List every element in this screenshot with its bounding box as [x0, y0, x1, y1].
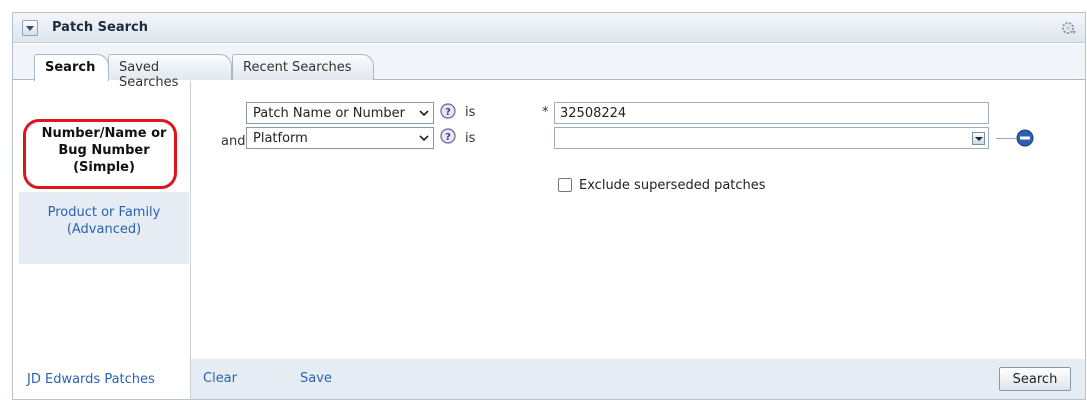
- jd-edwards-patches-link[interactable]: JD Edwards Patches: [27, 372, 155, 387]
- collapse-icon[interactable]: [22, 20, 38, 36]
- help-icon[interactable]: ?: [440, 103, 456, 119]
- save-link[interactable]: Save: [300, 371, 332, 386]
- chevron-down-icon: [419, 110, 429, 117]
- exclude-superseded-checkbox[interactable]: [558, 178, 572, 192]
- search-criteria-area: Patch Name or Number ? is * 32508224 and…: [190, 81, 1085, 359]
- help-icon[interactable]: ?: [440, 128, 456, 144]
- field-select-patch[interactable]: Patch Name or Number: [246, 102, 434, 124]
- row-connector: [996, 138, 1016, 139]
- tab-recent-searches[interactable]: Recent Searches: [232, 54, 374, 80]
- tab-bar: Search Saved Searches Recent Searches: [13, 44, 1085, 90]
- patch-search-panel: Patch Search Search Saved Searches Recen…: [12, 12, 1086, 400]
- panel-header: Patch Search: [13, 13, 1085, 43]
- nav-advanced-line2: (Advanced): [66, 222, 142, 237]
- patch-number-input[interactable]: 32508224: [554, 102, 989, 124]
- platform-dropdown[interactable]: [554, 127, 989, 149]
- gear-icon[interactable]: [1061, 20, 1077, 36]
- clear-link[interactable]: Clear: [203, 371, 237, 386]
- nav-simple-line3: (Simple): [73, 160, 135, 175]
- conjunction-label: and: [221, 134, 246, 149]
- search-button[interactable]: Search: [999, 367, 1071, 391]
- field-select-platform-value: Platform: [253, 131, 308, 146]
- chevron-down-icon: [419, 135, 429, 142]
- nav-advanced-search[interactable]: Product or Family (Advanced): [19, 204, 189, 238]
- remove-icon[interactable]: [1016, 129, 1034, 147]
- exclude-superseded-label: Exclude superseded patches: [579, 178, 766, 193]
- svg-text:?: ?: [445, 107, 451, 118]
- field-select-patch-value: Patch Name or Number: [253, 106, 405, 121]
- search-type-nav: Number/Name or Bug Number (Simple) Produ…: [19, 116, 189, 264]
- operator-label: is: [465, 131, 476, 146]
- operator-label: is: [465, 105, 476, 120]
- nav-simple-line2: Bug Number: [58, 143, 150, 158]
- panel-title: Patch Search: [52, 20, 148, 35]
- required-marker: *: [542, 105, 549, 120]
- tab-search[interactable]: Search: [34, 54, 109, 81]
- nav-simple-line1: Number/Name or: [41, 126, 167, 141]
- svg-text:?: ?: [445, 132, 451, 143]
- nav-simple-search[interactable]: Number/Name or Bug Number (Simple): [19, 116, 189, 192]
- tab-saved-searches[interactable]: Saved Searches: [108, 54, 232, 90]
- field-select-platform[interactable]: Platform: [246, 127, 434, 149]
- action-bar: Clear Save Search: [190, 359, 1085, 399]
- nav-advanced-line1: Product or Family: [47, 205, 161, 220]
- dropdown-arrow-icon[interactable]: [972, 132, 985, 145]
